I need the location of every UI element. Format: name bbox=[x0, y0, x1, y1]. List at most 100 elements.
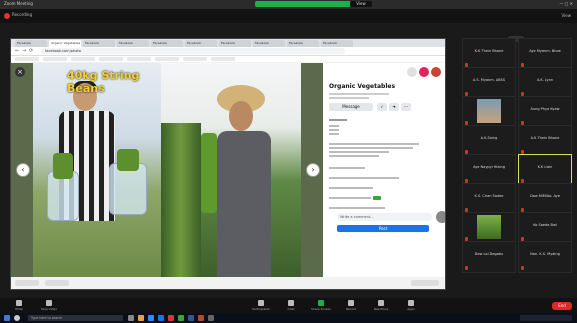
more-button[interactable]: ··· bbox=[401, 103, 411, 111]
participant-tile[interactable]: A.K. Lynn bbox=[518, 67, 572, 99]
participant-photo bbox=[477, 215, 501, 239]
start-menu-icon[interactable] bbox=[4, 315, 10, 321]
video-icon bbox=[46, 300, 52, 306]
window-controls[interactable]: — ▢ ✕ bbox=[559, 1, 573, 6]
post-button[interactable]: Post bbox=[337, 225, 429, 232]
forward-icon[interactable]: → bbox=[22, 48, 26, 54]
microphone-icon bbox=[16, 300, 22, 306]
like-button[interactable]: ✓ bbox=[377, 103, 387, 111]
browser-tab[interactable]: Facebook bbox=[185, 40, 217, 47]
settings-icon[interactable] bbox=[208, 315, 214, 321]
participant-tile[interactable]: Aye Naypyi Hlaing bbox=[462, 154, 516, 186]
edge-browser-icon[interactable] bbox=[158, 315, 164, 321]
recording-label: Recording bbox=[12, 12, 33, 17]
taskbar-search-input[interactable]: Type here to search bbox=[28, 315, 123, 321]
participant-name: Aye Myanm. Bhoe bbox=[529, 49, 561, 53]
participant-tile[interactable]: A.K.Saing bbox=[462, 125, 516, 157]
menu-icon[interactable] bbox=[407, 67, 417, 77]
shared-screen-browser: Facebook Organic Vegetables Facebook Fac… bbox=[10, 38, 446, 290]
microphone-button[interactable]: Mute bbox=[8, 300, 30, 311]
window-titlebar: Zoom Meeting View — ▢ ✕ bbox=[0, 0, 577, 9]
chat-button[interactable]: Chat bbox=[280, 300, 302, 311]
participant-tile[interactable] bbox=[462, 96, 516, 128]
share-screen-icon bbox=[318, 300, 324, 306]
bookmark-item[interactable] bbox=[211, 57, 235, 61]
address-input[interactable]: facebook.com/photo bbox=[41, 48, 345, 54]
browser-tab[interactable]: Facebook bbox=[253, 40, 285, 47]
post-text-line bbox=[329, 125, 339, 127]
browser-tab[interactable]: Facebook bbox=[287, 40, 319, 47]
control-label: Reactions bbox=[373, 307, 389, 311]
chrome-icon[interactable] bbox=[168, 315, 174, 321]
participant-tile[interactable]: A.S. Myanm. ABSS bbox=[462, 67, 516, 99]
people-icon bbox=[258, 300, 264, 306]
zoom-app-icon[interactable] bbox=[148, 315, 154, 321]
post-text-line bbox=[329, 167, 365, 169]
participant-tile[interactable]: K.S. Chan Sadee bbox=[462, 183, 516, 215]
bookmark-item[interactable] bbox=[99, 57, 123, 61]
browser-tab[interactable]: Facebook bbox=[219, 40, 251, 47]
search-icon[interactable] bbox=[14, 315, 20, 321]
control-label: Record bbox=[345, 307, 357, 311]
record-button[interactable]: Record bbox=[340, 300, 362, 311]
post-text-line bbox=[329, 133, 339, 135]
apps-button[interactable]: Apps bbox=[400, 300, 422, 311]
close-icon[interactable]: × bbox=[15, 67, 25, 77]
taskbar-shortcut[interactable] bbox=[45, 280, 69, 286]
participant-tile[interactable]: Aye Myanm. Bhoe bbox=[518, 38, 572, 70]
participant-tile[interactable]: K.K Thein Bhone bbox=[462, 38, 516, 70]
participant-name: K.K Thein Bhone bbox=[474, 49, 504, 53]
bookmark-item[interactable] bbox=[127, 57, 151, 61]
participant-tile[interactable]: A.K Thein Bhone bbox=[518, 125, 572, 157]
view-button[interactable]: View bbox=[562, 13, 572, 18]
browser-tab[interactable]: Organic Vegetables bbox=[49, 40, 81, 47]
bookmark-item[interactable] bbox=[43, 57, 67, 61]
muted-mic-icon bbox=[521, 266, 524, 270]
people-button[interactable]: Participants bbox=[250, 300, 272, 311]
file-explorer-icon[interactable] bbox=[138, 315, 144, 321]
word-icon[interactable] bbox=[188, 315, 194, 321]
previous-photo-button[interactable]: ‹ bbox=[16, 163, 30, 177]
share-button[interactable]: ➜ bbox=[389, 103, 399, 111]
sharing-indicator[interactable] bbox=[255, 1, 351, 7]
powerpoint-icon[interactable] bbox=[198, 315, 204, 321]
participant-tile[interactable]: Daw MiMiAo. Aye bbox=[518, 183, 572, 215]
back-icon[interactable]: ← bbox=[15, 48, 19, 54]
browser-tab[interactable]: Facebook bbox=[117, 40, 149, 47]
bookmark-item[interactable] bbox=[71, 57, 95, 61]
browser-tab[interactable]: Facebook bbox=[15, 40, 47, 47]
end-meeting-button[interactable]: End bbox=[552, 302, 572, 310]
notifications-icon[interactable] bbox=[419, 67, 429, 77]
bookmark-item[interactable] bbox=[183, 57, 207, 61]
profile-avatar[interactable] bbox=[431, 67, 441, 77]
browser-tab[interactable]: Facebook bbox=[321, 40, 353, 47]
video-button[interactable]: Stop Video bbox=[38, 300, 60, 311]
share-screen-button[interactable]: Share Screen bbox=[310, 300, 332, 311]
view-options-button[interactable]: View bbox=[350, 1, 372, 7]
participant-tile[interactable]: Ko Saeda Bwi bbox=[518, 212, 572, 244]
bookmark-item[interactable] bbox=[15, 57, 39, 61]
comment-input[interactable]: Write a comment... bbox=[337, 213, 432, 221]
participant-tile[interactable]: K.K Lwin bbox=[518, 154, 572, 186]
control-label: Chat bbox=[287, 307, 295, 311]
participant-name: Aye Naypyi Hlaing bbox=[473, 165, 505, 169]
system-tray[interactable] bbox=[520, 315, 572, 321]
task-view-icon[interactable] bbox=[128, 315, 134, 321]
post-text-line bbox=[329, 177, 399, 179]
browser-tab[interactable]: Facebook bbox=[83, 40, 115, 47]
participant-tile[interactable]: Daw Lai Dagabu bbox=[462, 241, 516, 273]
reload-icon[interactable]: ⟳ bbox=[29, 48, 33, 54]
taskbar-shortcut[interactable] bbox=[15, 280, 39, 286]
photo-farmer-with-beans: 40kg String Beans bbox=[33, 63, 161, 277]
message-button[interactable]: Message bbox=[329, 103, 373, 111]
reactions-button[interactable]: Reactions bbox=[370, 300, 392, 311]
browser-tab[interactable]: Facebook bbox=[151, 40, 183, 47]
control-label: Share Screen bbox=[311, 307, 331, 311]
excel-icon[interactable] bbox=[178, 315, 184, 321]
page-name[interactable]: Organic Vegetables bbox=[329, 83, 395, 90]
participant-tile[interactable]: Nan. K.S. Myaing bbox=[518, 241, 572, 273]
participant-tile[interactable]: Aung Phyo Kyaw bbox=[518, 96, 572, 128]
bookmark-item[interactable] bbox=[155, 57, 179, 61]
next-photo-button[interactable]: › bbox=[306, 163, 320, 177]
participant-tile[interactable] bbox=[462, 212, 516, 244]
